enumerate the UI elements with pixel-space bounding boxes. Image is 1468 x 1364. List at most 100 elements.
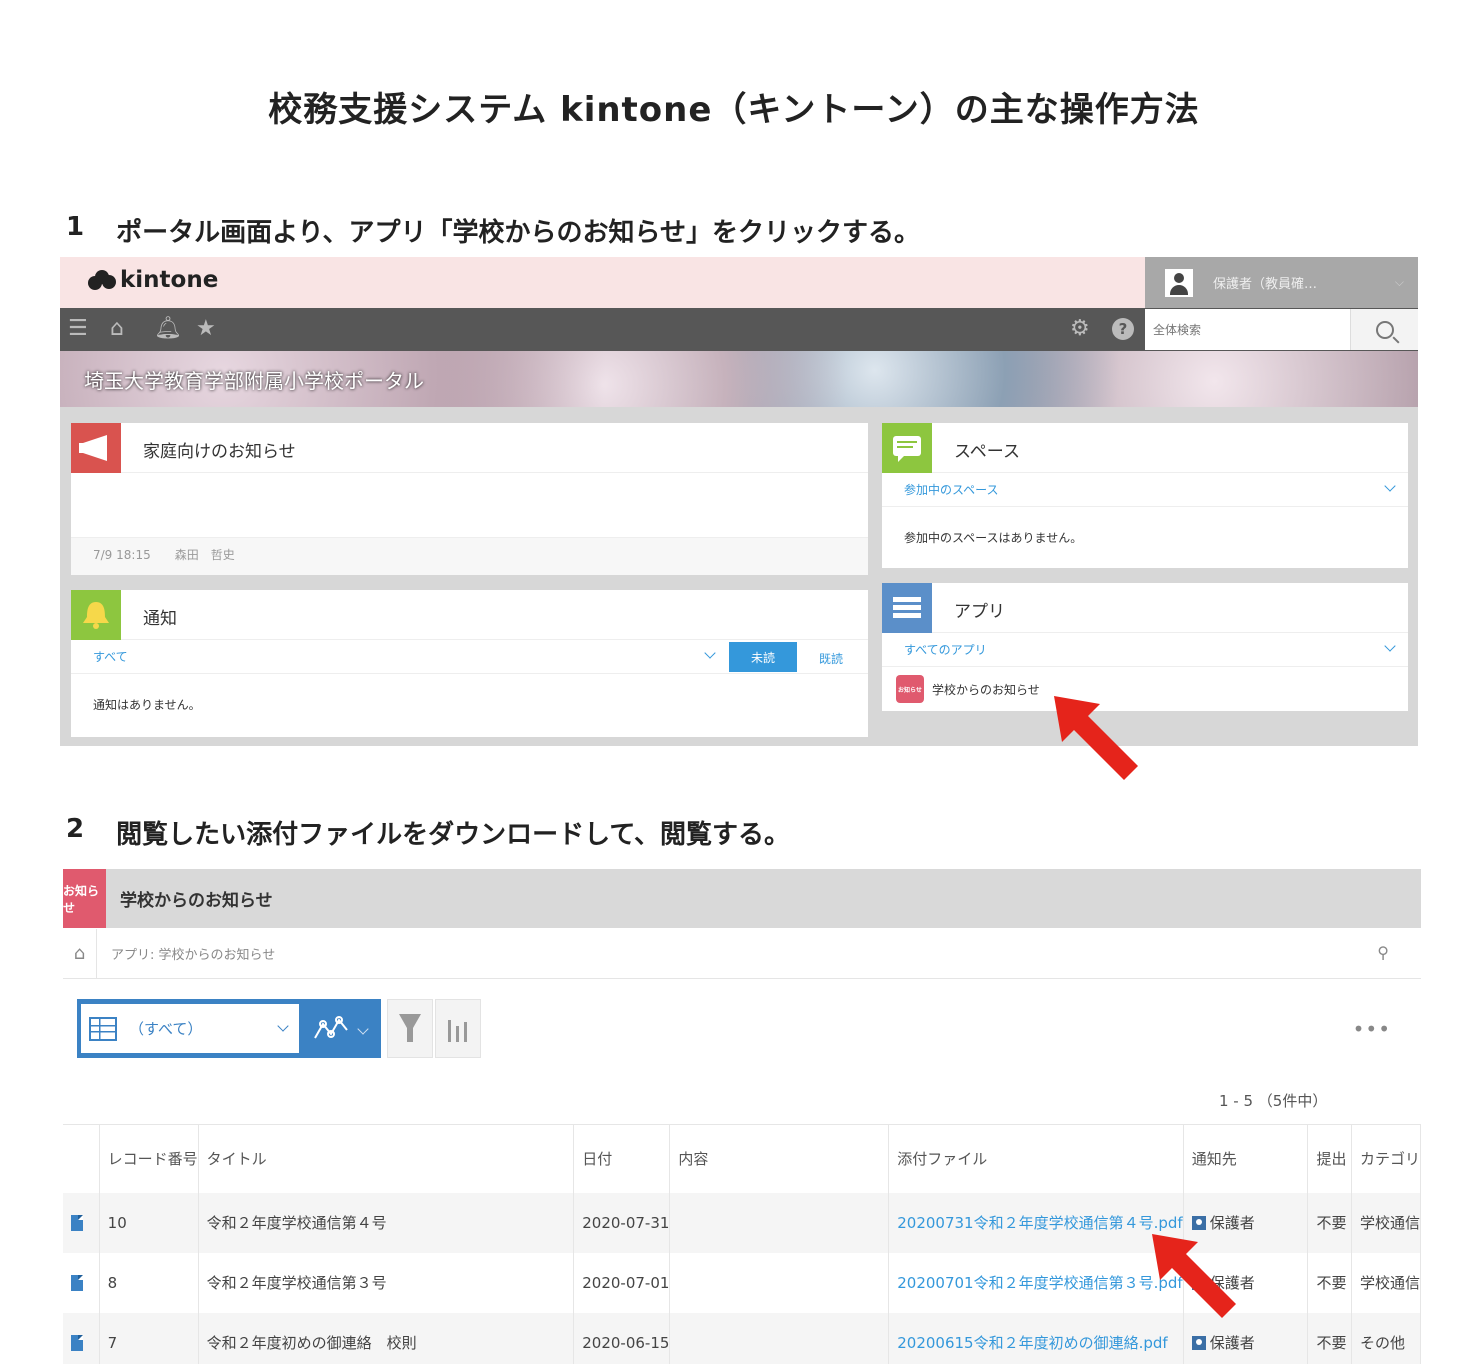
chat-icon <box>882 423 932 473</box>
menu-icon[interactable]: ☰ <box>68 316 88 342</box>
cell-date: 2020-06-15 <box>573 1312 671 1364</box>
table-header-row: レコード番号 タイトル 日付 内容 添付ファイル 通知先 提出 カテゴリ <box>63 1124 1421 1193</box>
space-title: スペース <box>954 442 1020 462</box>
space-filter-label: 参加中のスペース <box>904 483 999 497</box>
pin-icon[interactable]: ⚲ <box>1377 943 1389 962</box>
bell-icon[interactable]: 🔔︎ <box>154 316 182 342</box>
search-input[interactable] <box>1145 310 1350 349</box>
view-selector: （すべて） <box>77 999 381 1058</box>
app-item-school-news[interactable]: お知らせ 学校からのお知らせ <box>882 667 1408 711</box>
group-icon <box>1191 1216 1206 1230</box>
app-icon: お知らせ <box>896 675 924 703</box>
announcement-title: 家庭向けのお知らせ <box>143 442 296 462</box>
step-2-text: 閲覧したい添付ファイルをダウンロードして、閲覧する。 <box>116 820 791 850</box>
announcement-meta: 7/9 18:15 森田 哲史 <box>93 548 235 562</box>
kintone-logo[interactable]: kintone <box>88 267 218 293</box>
step-1-heading: 1 ポータル画面より、アプリ「学校からのお知らせ」をクリックする。 <box>66 212 920 249</box>
filter-icon <box>399 1013 421 1042</box>
cell-date: 2020-07-31 <box>573 1192 671 1253</box>
home-icon[interactable]: ⌂ <box>63 928 97 979</box>
column-header[interactable]: タイトル <box>198 1124 575 1193</box>
chevron-down-icon: ⌵ <box>1394 275 1404 289</box>
column-header[interactable]: 添付ファイル <box>888 1124 1184 1193</box>
portal-banner: 埼玉大学教育学部附属小学校ポータル <box>60 351 1418 407</box>
home-icon[interactable]: ⌂ <box>110 316 124 342</box>
app-list-icon <box>882 583 932 633</box>
record-detail-icon[interactable] <box>71 1214 83 1231</box>
record-detail-icon[interactable] <box>71 1334 83 1351</box>
chart-button[interactable] <box>435 999 481 1058</box>
column-header <box>63 1124 100 1193</box>
record-detail-icon[interactable] <box>71 1274 83 1291</box>
app-filter-label: すべてのアプリ <box>904 643 987 657</box>
user-name: 保護者（教員確… <box>1213 277 1318 292</box>
announcement-widget: 家庭向けのお知らせ 7/9 18:15 森田 哲史 <box>71 423 868 575</box>
global-search <box>1145 309 1418 350</box>
document-title: 校務支援システム kintone（キントーン）の主な操作方法 <box>268 90 1200 130</box>
cell-submit: 不要 <box>1307 1312 1352 1364</box>
column-header[interactable]: カテゴリ <box>1351 1124 1421 1193</box>
portal-title: 埼玉大学教育学部附属小学校ポータル <box>84 369 424 393</box>
cell-title: 令和２年度学校通信第４号 <box>198 1192 575 1253</box>
portal-screenshot: kintone 保護者（教員確… ⌵ ☰ ⌂ 🔔︎ ★ ⚙ ? 埼玉大学教育学部… <box>60 257 1418 746</box>
app-widget: アプリ すべてのアプリ お知らせ 学校からのお知らせ <box>882 583 1408 711</box>
space-widget: スペース 参加中のスペース 参加中のスペースはありません。 <box>882 423 1408 568</box>
column-header[interactable]: 提出 <box>1307 1124 1352 1193</box>
search-button[interactable] <box>1350 309 1418 350</box>
record-count: 1 - 5 （5件中） <box>1219 1092 1328 1110</box>
pointer-arrow-icon <box>1152 1234 1236 1318</box>
star-icon[interactable]: ★ <box>196 316 216 342</box>
space-filter[interactable]: 参加中のスペース <box>882 473 1408 507</box>
cell-content <box>669 1252 890 1313</box>
space-empty: 参加中のスペースはありません。 <box>904 531 1083 545</box>
attachment-link[interactable]: 20200701令和２年度学校通信第３号.pdf <box>888 1252 1184 1313</box>
bar-chart-icon <box>448 1019 467 1042</box>
breadcrumb-app[interactable]: アプリ: 学校からのお知らせ <box>111 944 275 963</box>
step-1-number: 1 <box>66 212 85 242</box>
notification-title: 通知 <box>143 609 177 629</box>
group-icon <box>1191 1336 1206 1350</box>
chevron-down-icon <box>704 647 716 659</box>
cell-category: 学校通信 <box>1351 1252 1421 1313</box>
app-filter[interactable]: すべてのアプリ <box>882 633 1408 667</box>
chevron-down-icon <box>357 1022 369 1035</box>
app-header: お知らせ 学校からのお知らせ <box>63 869 1421 928</box>
cell-submit: 不要 <box>1307 1252 1352 1313</box>
column-header[interactable]: 内容 <box>669 1124 890 1193</box>
read-tab[interactable]: 既読 <box>819 650 843 667</box>
table-icon <box>89 1016 117 1041</box>
filter-button[interactable] <box>387 999 433 1058</box>
user-menu[interactable]: 保護者（教員確… ⌵ <box>1145 257 1418 308</box>
help-icon[interactable]: ? <box>1112 318 1134 340</box>
notification-filter-label: すべて <box>93 650 128 664</box>
cell-content <box>669 1312 890 1364</box>
global-nav: ☰ ⌂ 🔔︎ ★ ⚙ ? <box>60 308 1418 351</box>
attachment-link[interactable]: 20200731令和２年度学校通信第４号.pdf <box>888 1192 1184 1253</box>
column-header[interactable]: レコード番号 <box>99 1124 199 1193</box>
view-name: （すべて） <box>129 1020 203 1038</box>
cloud-icon <box>88 270 116 290</box>
column-header[interactable]: 通知先 <box>1183 1124 1309 1193</box>
megaphone-icon <box>71 423 121 473</box>
column-header[interactable]: 日付 <box>573 1124 671 1193</box>
chevron-down-icon <box>277 1020 289 1032</box>
chevron-down-icon <box>1384 640 1396 652</box>
attachment-link[interactable]: 20200615令和２年度初めの御連絡.pdf <box>888 1312 1184 1364</box>
view-dropdown[interactable]: （すべて） <box>81 1004 299 1053</box>
app-logo: お知らせ <box>63 869 106 928</box>
gear-icon[interactable]: ⚙ <box>1070 316 1090 342</box>
logo-text: kintone <box>120 267 219 293</box>
graph-button[interactable] <box>299 999 381 1058</box>
step-1-text: ポータル画面より、アプリ「学校からのお知らせ」をクリックする。 <box>116 218 921 248</box>
cell-submit: 不要 <box>1307 1192 1352 1253</box>
bell-icon <box>71 590 121 640</box>
cell-id: 7 <box>99 1312 199 1364</box>
more-options-icon[interactable]: ••• <box>1353 1017 1391 1041</box>
step-2-number: 2 <box>66 814 85 844</box>
unread-tab[interactable]: 未読 <box>729 642 797 672</box>
notification-widget: 通知 すべて 未読 既読 通知はありません。 <box>71 590 868 737</box>
user-avatar-icon <box>1165 268 1193 297</box>
graph-icon <box>314 1015 348 1038</box>
app-widget-title: アプリ <box>954 602 1005 622</box>
breadcrumb: ⌂ アプリ: 学校からのお知らせ ⚲ <box>63 928 1421 979</box>
